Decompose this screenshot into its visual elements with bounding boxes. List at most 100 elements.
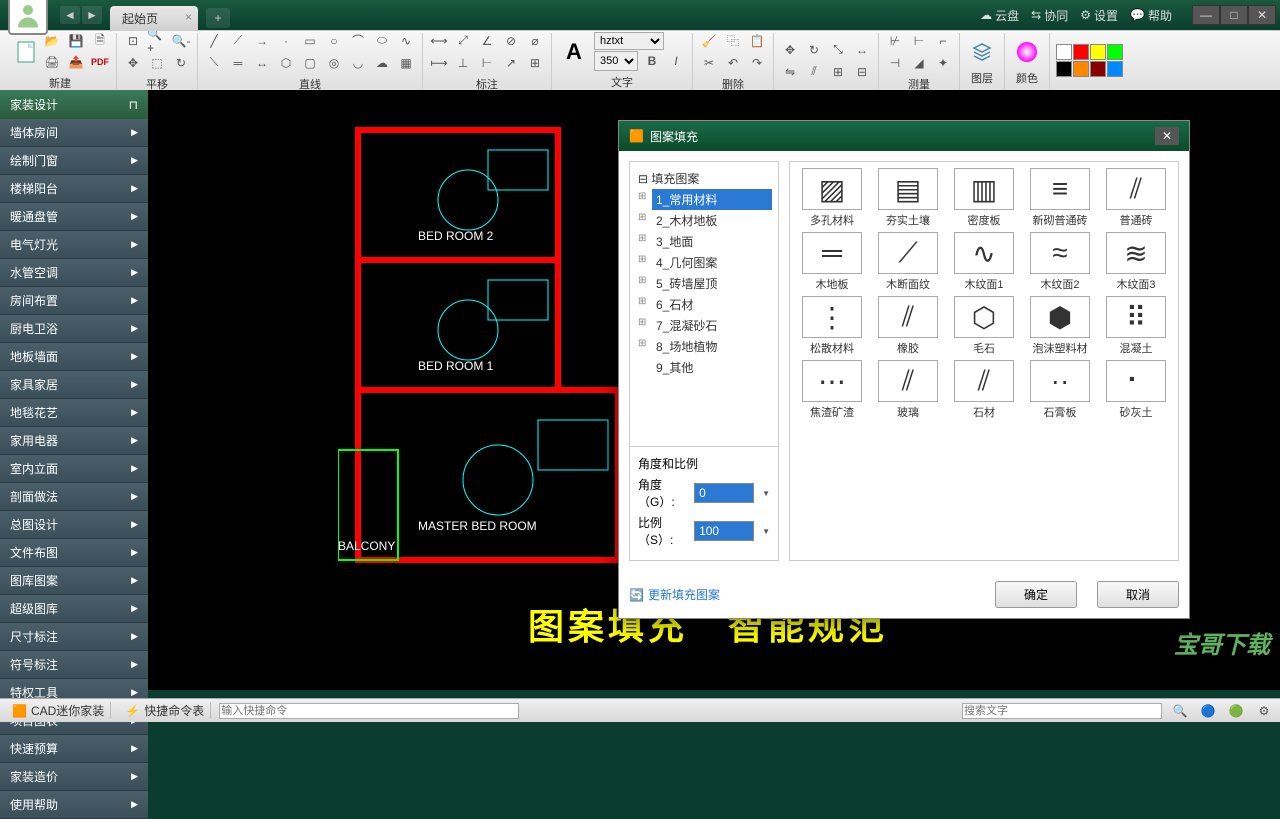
sidebar-item-19[interactable]: 符号标注▶ [0, 651, 148, 679]
angle-input[interactable] [694, 483, 754, 503]
search-input[interactable] [962, 703, 1162, 719]
sidebar-item-5[interactable]: 水管空调▶ [0, 259, 148, 287]
sidebar-item-11[interactable]: 家用电器▶ [0, 427, 148, 455]
pattern-17[interactable]: ⫽石材 [948, 360, 1020, 420]
pattern-0[interactable]: ▨多孔材料 [796, 168, 868, 228]
sidebar-item-24[interactable]: 使用帮助▶ [0, 791, 148, 819]
sidebar-item-18[interactable]: 尺寸标注▶ [0, 623, 148, 651]
arc-icon[interactable]: ⌒ [348, 31, 368, 51]
print-icon[interactable]: 🖨 [42, 52, 62, 72]
donut-icon[interactable]: ◎ [324, 53, 344, 73]
pan-icon[interactable]: ✥ [123, 53, 143, 73]
font-select[interactable]: hztxt [594, 32, 664, 50]
offset-icon[interactable]: ⫽ [804, 62, 824, 82]
dim-angular-icon[interactable]: ∠ [477, 31, 497, 51]
sidebar-item-16[interactable]: 图库图案▶ [0, 567, 148, 595]
window-close-button[interactable]: ✕ [1248, 5, 1276, 25]
ellipse-icon[interactable]: ⬭ [372, 31, 392, 51]
ok-button[interactable]: 确定 [995, 581, 1077, 608]
line-icon[interactable]: ╱ [204, 31, 224, 51]
dialog-close-button[interactable]: ✕ [1155, 127, 1179, 145]
layer-icon[interactable] [966, 36, 998, 68]
extend-icon[interactable]: ⊢ [909, 31, 929, 51]
redo-icon[interactable]: ↷ [747, 53, 767, 73]
menu-help[interactable]: 💬 帮助 [1130, 7, 1172, 24]
array-icon[interactable]: ⊞ [828, 62, 848, 82]
tree-item-4[interactable]: 5_砖墙屋顶 [652, 273, 772, 294]
undo-icon[interactable]: ↶ [723, 53, 743, 73]
circle-icon[interactable]: ○ [324, 31, 344, 51]
tree-item-7[interactable]: 8_场地植物 [652, 336, 772, 357]
refresh-patterns-link[interactable]: 🔄 更新填充图案 [629, 586, 720, 603]
nav-forward-button[interactable]: ► [82, 6, 102, 24]
pattern-12[interactable]: ⬡毛石 [948, 296, 1020, 356]
dim-diameter-icon[interactable]: ⌀ [525, 31, 545, 51]
window-maximize-button[interactable]: □ [1220, 5, 1248, 25]
tree-item-8[interactable]: 9_其他 [652, 357, 772, 378]
pattern-3[interactable]: ≡新砌普通砖 [1024, 168, 1096, 228]
dim-ordinate-icon[interactable]: ⊢ [477, 53, 497, 73]
hatch-icon[interactable]: ▦ [396, 53, 416, 73]
move-icon[interactable]: ✥ [780, 40, 800, 60]
color-swatch-2[interactable] [1090, 44, 1106, 60]
arc2-icon[interactable]: ◡ [348, 53, 368, 73]
cut-icon[interactable]: ✂ [699, 53, 719, 73]
nav-back-button[interactable]: ◄ [60, 6, 80, 24]
status-icon-2[interactable]: 🟢 [1226, 701, 1246, 721]
fontsize-select[interactable]: 350 [594, 51, 638, 71]
color-wheel-icon[interactable] [1011, 36, 1043, 68]
pdf-icon[interactable]: PDF [90, 52, 110, 72]
open-icon[interactable]: 📂 [42, 31, 62, 51]
color-swatch-7[interactable] [1107, 61, 1123, 77]
tree-item-1[interactable]: 2_木材地板 [652, 210, 772, 231]
sidebar-item-13[interactable]: 剖面做法▶ [0, 483, 148, 511]
pattern-7[interactable]: ∿木纹面1 [948, 232, 1020, 292]
zoom-window-icon[interactable]: ⬚ [147, 53, 167, 73]
fillet-icon[interactable]: ⌐ [933, 31, 953, 51]
dim-radius-icon[interactable]: ⊘ [501, 31, 521, 51]
color-swatch-3[interactable] [1107, 44, 1123, 60]
tree-item-2[interactable]: 3_地面 [652, 231, 772, 252]
trim-icon[interactable]: ⊬ [885, 31, 905, 51]
stretch-icon[interactable]: ↔ [852, 40, 872, 60]
dim-linear-icon[interactable]: ⟷ [429, 31, 449, 51]
pattern-14[interactable]: ⠿混凝土 [1100, 296, 1172, 356]
sidebar-item-12[interactable]: 室内立面▶ [0, 455, 148, 483]
pattern-4[interactable]: ⫽普通砖 [1100, 168, 1172, 228]
tree-root[interactable]: ⊟ 填充图案 [636, 168, 772, 189]
app-name[interactable]: 🟧 CAD迷你家装 [6, 702, 111, 719]
dialog-titlebar[interactable]: 🟧 图案填充 ✕ [619, 121, 1189, 151]
pattern-1[interactable]: ▤夯实土壤 [872, 168, 944, 228]
ray-icon[interactable]: → [252, 31, 272, 51]
sidebar-item-17[interactable]: 超级图库▶ [0, 595, 148, 623]
pattern-15[interactable]: ⋯焦渣矿渣 [796, 360, 868, 420]
tree-item-5[interactable]: 6_石材 [652, 294, 772, 315]
leader-icon[interactable]: ↗ [501, 53, 521, 73]
pattern-11[interactable]: ⫽橡胶 [872, 296, 944, 356]
tab-add-button[interactable]: + [206, 8, 230, 28]
scale-input[interactable] [694, 521, 754, 541]
sidebar-item-9[interactable]: 家具家居▶ [0, 371, 148, 399]
cloud-icon[interactable]: ☁ [372, 53, 392, 73]
scale-icon[interactable]: ⤡ [828, 40, 848, 60]
point-icon[interactable]: · [276, 31, 296, 51]
menu-cloud[interactable]: ☁ 云盘 [980, 7, 1019, 24]
chamfer-icon[interactable]: ◢ [909, 53, 929, 73]
color-swatch-5[interactable] [1073, 61, 1089, 77]
sidebar-item-0[interactable]: 墙体房间▶ [0, 119, 148, 147]
color-swatch-6[interactable] [1090, 61, 1106, 77]
tab-close-icon[interactable]: × [185, 10, 192, 24]
regen-icon[interactable]: ↻ [171, 53, 191, 73]
text-icon[interactable]: A [558, 36, 590, 68]
tree-item-3[interactable]: 4_几何图案 [652, 252, 772, 273]
polygon-icon[interactable]: ⬡ [276, 53, 296, 73]
sidebar-item-10[interactable]: 地毯花艺▶ [0, 399, 148, 427]
dim-continue-icon[interactable]: ⟼ [429, 53, 449, 73]
polyline-icon[interactable]: ⟋ [228, 31, 248, 51]
sidebar-header[interactable]: 家装设计⊓ [0, 90, 148, 119]
break-icon[interactable]: ⊣ [885, 53, 905, 73]
menu-settings[interactable]: ⚙ 设置 [1080, 7, 1118, 24]
search-icon[interactable]: 🔍 [1170, 701, 1190, 721]
command-input[interactable] [219, 703, 519, 719]
window-minimize-button[interactable]: — [1192, 5, 1220, 25]
